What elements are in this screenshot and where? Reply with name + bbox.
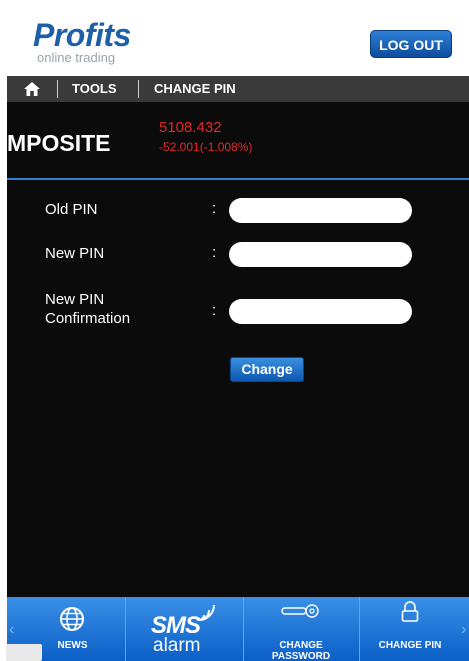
nav-item-change-pin-label: CHANGE PIN <box>378 640 442 651</box>
old-pin-label: Old PIN <box>45 201 98 218</box>
index-price: 5108.432 <box>159 119 222 136</box>
logout-button[interactable]: LOG OUT <box>370 30 452 58</box>
new-pin-field[interactable] <box>229 242 412 267</box>
field-separator: : <box>212 302 217 319</box>
new-pin-label: New PIN <box>45 245 105 262</box>
globe-icon <box>60 607 84 631</box>
index-change: -52.001(-1.008%) <box>159 140 253 154</box>
index-name: MPOSITE <box>7 130 111 156</box>
nav-prev-arrow[interactable]: ‹ <box>9 621 14 639</box>
breadcrumb-change-pin: CHANGE PIN <box>154 81 236 96</box>
breadcrumb-divider <box>57 80 58 98</box>
top-bar: Profits online trading LOG OUT <box>7 0 469 76</box>
breadcrumb-divider <box>138 80 139 98</box>
breadcrumb-tools[interactable]: TOOLS <box>72 82 117 96</box>
field-separator: : <box>212 200 217 217</box>
change-button[interactable]: Change <box>230 357 304 382</box>
index-ticker: MPOSITE 5108.432 -52.001(-1.008%) <box>7 102 469 180</box>
nav-item-sms-alarm[interactable]: SMS alarm <box>127 597 242 661</box>
confirm-pin-label: New PIN Confirmation <box>45 291 131 327</box>
breadcrumb: TOOLS CHANGE PIN <box>7 76 469 102</box>
home-icon[interactable] <box>23 80 41 98</box>
nav-item-change-password-label: CHANGE PASSWORD <box>271 640 331 661</box>
old-pin-field[interactable] <box>229 198 412 223</box>
confirm-pin-field[interactable] <box>229 299 412 324</box>
page-scroll-indicator <box>6 644 42 661</box>
nav-divider <box>125 597 126 661</box>
key-icon <box>281 604 319 618</box>
app-frame: Profits online trading LOG OUT TOOLS CHA… <box>7 0 469 661</box>
sms-logo-sub: alarm <box>153 635 201 656</box>
lock-icon <box>401 601 419 622</box>
brand-logo: Profits <box>33 17 131 53</box>
field-separator: : <box>212 244 217 261</box>
bottom-nav: ‹ NEWS SMS alarm CHANGE PASSWORD CHANGE … <box>7 597 469 661</box>
nav-item-change-password[interactable]: CHANGE PASSWORD <box>244 597 358 661</box>
sms-alarm-icon: SMS alarm <box>147 602 227 658</box>
nav-next-arrow[interactable]: › <box>461 621 466 639</box>
brand-tagline: online trading <box>37 50 116 65</box>
nav-item-change-pin[interactable]: CHANGE PIN <box>360 597 460 661</box>
signal-waves-icon <box>198 604 215 621</box>
